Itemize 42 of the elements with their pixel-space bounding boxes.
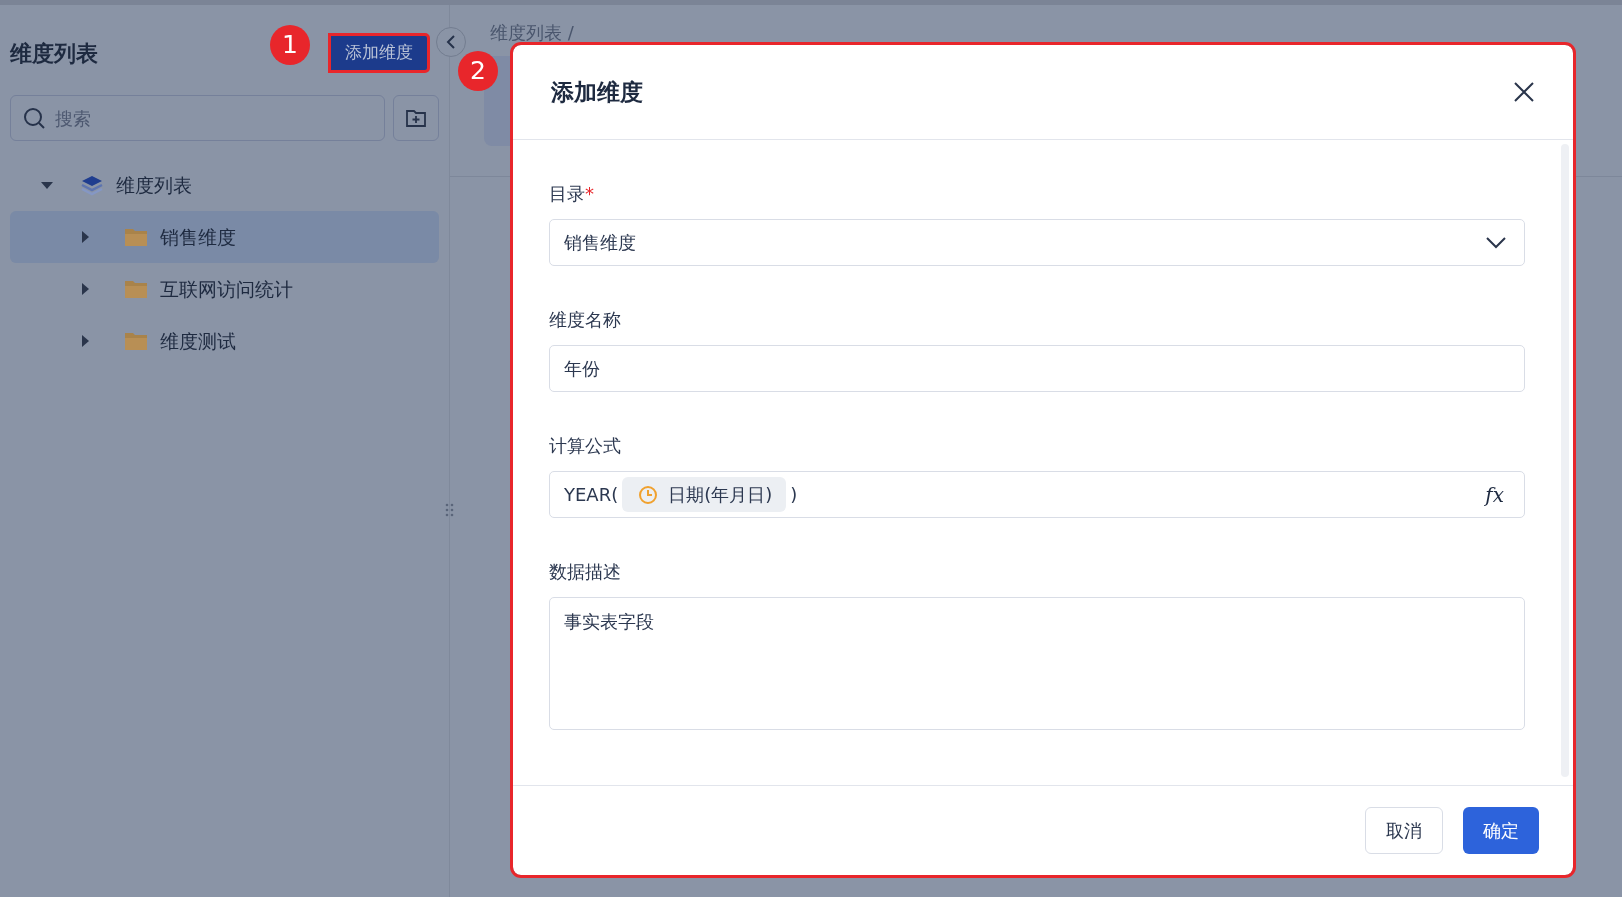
tree-item[interactable]: 互联网访问统计 [10, 263, 439, 315]
layers-icon [80, 174, 104, 196]
chevron-down-icon [1486, 236, 1506, 249]
close-icon[interactable] [1513, 81, 1535, 103]
chevron-left-icon [445, 34, 457, 50]
token-label: 日期(年月日) [668, 483, 773, 507]
caret-right-icon[interactable] [80, 230, 90, 244]
caret-right-icon[interactable] [80, 282, 90, 296]
breadcrumb: 维度列表 / [490, 21, 574, 45]
folder-icon [124, 330, 148, 352]
tree-item[interactable]: 维度测试 [10, 315, 439, 367]
search-input[interactable]: 搜索 [53, 103, 372, 133]
search-field[interactable]: 搜索 [10, 95, 385, 141]
field-label: 维度名称 [549, 308, 622, 332]
field-label: 计算公式 [549, 434, 622, 458]
function-button[interactable]: fx [1479, 478, 1510, 511]
sidebar-title: 维度列表 [10, 39, 98, 68]
new-folder-button[interactable] [393, 95, 439, 141]
select-field[interactable]: 销售维度 [549, 219, 1525, 266]
dialog-title: 添加维度 [551, 77, 643, 107]
caret-right-icon[interactable] [80, 334, 90, 348]
formula-text: ) [790, 483, 798, 507]
field-label: 数据描述 [549, 560, 622, 584]
textarea-field[interactable]: 事实表字段 [549, 597, 1525, 730]
formula-field[interactable]: YEAR( 日期(年月日) ) fx [549, 471, 1525, 518]
tree-item[interactable]: 销售维度 [10, 211, 439, 263]
step-marker: 2 [458, 51, 498, 91]
cancel-button[interactable]: 取消 [1365, 807, 1443, 854]
drag-handle-icon[interactable] [445, 503, 454, 517]
folder-plus-icon [405, 107, 427, 129]
required-mark: * [585, 183, 594, 204]
add-dimension-button[interactable]: 添加维度 [329, 34, 429, 72]
input-field[interactable]: 年份 [549, 345, 1525, 392]
folder-icon [124, 278, 148, 300]
clock-icon [638, 484, 659, 505]
formula-text: YEAR( [564, 483, 619, 507]
confirm-button[interactable]: 确定 [1463, 807, 1539, 854]
caret-down-icon[interactable] [40, 179, 54, 191]
folder-icon [124, 226, 148, 248]
tree-item[interactable]: 维度列表 [10, 159, 439, 211]
search-icon [23, 107, 45, 129]
field-label: 目录 [549, 183, 585, 204]
